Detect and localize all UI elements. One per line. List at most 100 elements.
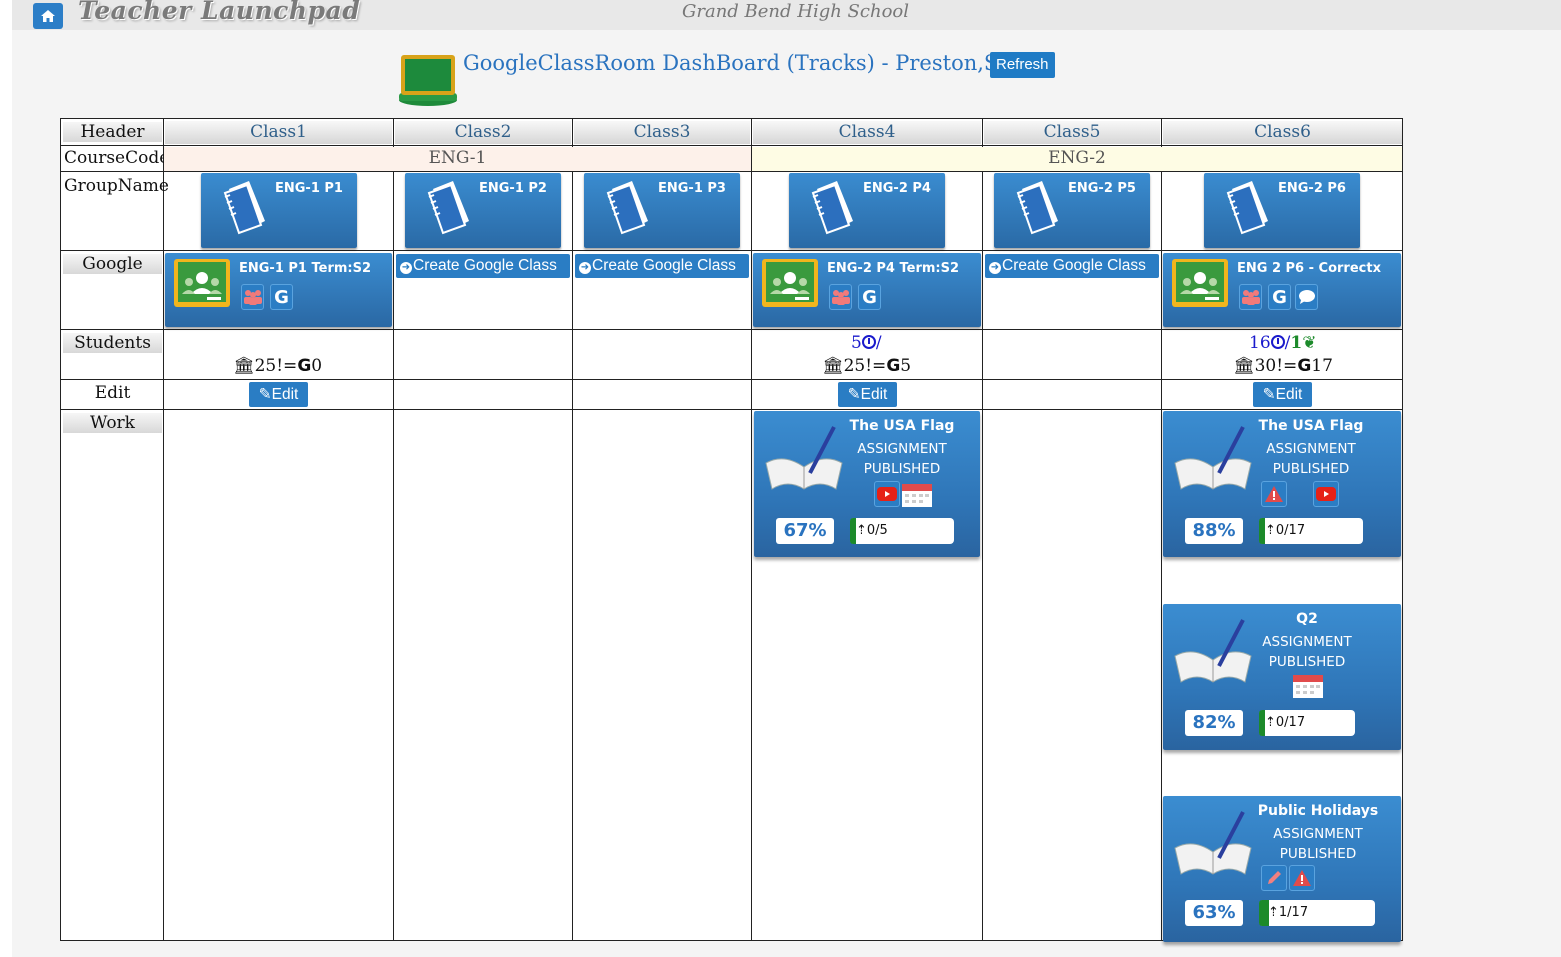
create-google-class-button-class2[interactable]: ➜ Create Google Class — [396, 254, 570, 278]
students-late-class6: 16/1❦ — [1249, 333, 1317, 353]
group-card-label: ENG-2 P6 — [1278, 181, 1346, 196]
arrow-circle-icon: ➜ — [400, 262, 412, 274]
work-card-usa-flag-class4[interactable]: The USA Flag ASSIGNMENT PUBLISHED 67% ⇡0… — [754, 411, 980, 557]
refresh-button[interactable]: Refresh — [990, 52, 1055, 78]
grid-divider — [1161, 118, 1162, 941]
row-label-edit: Edit — [94, 383, 131, 403]
grid-divider — [60, 145, 1403, 146]
create-google-class-button-class5[interactable]: ➜ Create Google Class — [985, 254, 1159, 278]
edit-icon: ✎ — [258, 386, 272, 403]
work-progress: ⇡1/17 — [1259, 900, 1375, 926]
calendar-icon[interactable] — [1293, 672, 1323, 702]
edit-button-class1[interactable]: ✎Edit — [249, 382, 308, 407]
google-button[interactable]: G — [270, 284, 293, 310]
grid-divider — [163, 118, 164, 941]
work-type: ASSIGNMENT — [1273, 826, 1363, 842]
group-card-label: ENG-1 P3 — [658, 181, 726, 196]
group-card-label: ENG-2 P5 — [1068, 181, 1136, 196]
group-card-eng1-p1[interactable]: ENG-1 P1 — [201, 173, 357, 248]
notebook-icon — [427, 181, 469, 235]
google-classroom-icon — [1172, 259, 1228, 307]
column-header-class2[interactable]: Class2 — [395, 121, 571, 144]
open-book-pen-icon — [1174, 619, 1252, 683]
group-card-label: ENG-2 P4 — [863, 181, 931, 196]
comment-button[interactable] — [1295, 284, 1318, 310]
work-card-q2-class6[interactable]: Q2 ASSIGNMENT PUBLISHED 82% ⇡0/17 — [1163, 604, 1401, 750]
google-class-card-class1[interactable]: ENG-1 P1 Term:S2 G — [165, 253, 392, 327]
classroom-board-icon — [399, 55, 457, 106]
notebook-icon — [1226, 181, 1268, 235]
students-count-class1: 🏛25!=G0 — [233, 356, 323, 376]
app-title: Teacher Launchpad — [78, 0, 361, 25]
students-group-button[interactable] — [241, 284, 264, 310]
google-classroom-icon — [762, 259, 818, 307]
open-book-pen-icon — [1174, 426, 1252, 490]
grid-divider — [60, 379, 1403, 380]
warning-icon[interactable] — [1261, 481, 1287, 507]
person-icon: ⇡ — [1268, 905, 1279, 920]
row-label-header: Header — [63, 122, 162, 142]
home-button[interactable] — [33, 3, 63, 29]
work-progress: ⇡0/17 — [1259, 710, 1355, 736]
open-book-pen-icon — [765, 426, 843, 490]
google-g-icon: G — [886, 356, 901, 376]
person-icon: ⇡ — [856, 523, 867, 538]
students-count-class6: 🏛30!=G17 — [1233, 356, 1333, 376]
calendar-icon[interactable] — [902, 481, 932, 511]
column-header-class5[interactable]: Class5 — [984, 121, 1160, 144]
row-label-groupname: GroupName — [64, 176, 169, 196]
edit-icon: ✎ — [847, 386, 861, 403]
group-card-eng1-p2[interactable]: ENG-1 P2 — [405, 173, 561, 248]
school-building-icon: 🏛 — [1233, 356, 1255, 376]
google-button[interactable]: G — [1268, 284, 1291, 310]
google-g-icon: G — [1297, 356, 1312, 376]
school-building-icon: 🏛 — [233, 356, 255, 376]
pencil-icon[interactable] — [1261, 865, 1287, 891]
group-card-eng2-p4[interactable]: ENG-2 P4 — [789, 173, 945, 248]
work-state: PUBLISHED — [1268, 654, 1346, 670]
column-header-class1[interactable]: Class1 — [165, 121, 392, 144]
work-card-public-holidays-class6[interactable]: Public Holidays ASSIGNMENT PUBLISHED 63%… — [1163, 796, 1401, 942]
grid-divider — [572, 118, 573, 941]
column-header-class4[interactable]: Class4 — [753, 121, 981, 144]
google-class-name: ENG-2 P4 Term:S2 — [827, 261, 960, 276]
group-card-eng2-p6[interactable]: ENG-2 P6 — [1204, 173, 1360, 248]
google-class-card-class6[interactable]: ENG 2 P6 - Correctx G — [1163, 253, 1401, 327]
grid-divider — [982, 118, 983, 941]
edit-button-class6[interactable]: ✎Edit — [1253, 382, 1312, 407]
person-icon: ❦ — [1302, 333, 1317, 353]
youtube-icon[interactable] — [874, 481, 900, 507]
group-card-label: ENG-1 P1 — [275, 181, 343, 196]
group-card-eng2-p5[interactable]: ENG-2 P5 — [994, 173, 1150, 248]
work-card-usa-flag-class6[interactable]: The USA Flag ASSIGNMENT PUBLISHED 88% ⇡0… — [1163, 411, 1401, 557]
row-label-google: Google — [63, 254, 162, 274]
person-icon: ⇡ — [1265, 523, 1276, 538]
notebook-icon — [811, 181, 853, 235]
notebook-icon — [606, 181, 648, 235]
column-header-class3[interactable]: Class3 — [574, 121, 750, 144]
create-google-class-button-class3[interactable]: ➜ Create Google Class — [575, 254, 749, 278]
row-label-students: Students — [63, 333, 162, 353]
work-type: ASSIGNMENT — [1266, 441, 1356, 457]
google-class-card-class4[interactable]: ENG-2 P4 Term:S2 G — [753, 253, 981, 327]
work-progress: ⇡0/5 — [850, 518, 954, 544]
edit-button-class4[interactable]: ✎Edit — [838, 382, 897, 407]
warning-icon[interactable] — [1289, 865, 1315, 891]
work-state: PUBLISHED — [1272, 461, 1350, 477]
work-title: Q2 — [1296, 611, 1318, 627]
speech-bubble-icon — [1298, 290, 1315, 304]
group-card-eng1-p3[interactable]: ENG-1 P3 — [584, 173, 740, 248]
students-group-button[interactable] — [829, 284, 852, 310]
google-class-name: ENG-1 P1 Term:S2 — [239, 261, 372, 276]
work-percent: 67% — [776, 518, 834, 544]
google-button[interactable]: G — [858, 284, 881, 310]
students-group-button[interactable] — [1239, 284, 1262, 310]
notebook-icon — [1016, 181, 1058, 235]
youtube-icon[interactable] — [1313, 481, 1339, 507]
google-classroom-icon — [174, 259, 230, 307]
people-icon — [1241, 290, 1260, 305]
column-header-class6[interactable]: Class6 — [1163, 121, 1402, 144]
grid-divider — [751, 118, 752, 941]
grid-divider — [60, 409, 1403, 410]
work-type: ASSIGNMENT — [857, 441, 947, 457]
